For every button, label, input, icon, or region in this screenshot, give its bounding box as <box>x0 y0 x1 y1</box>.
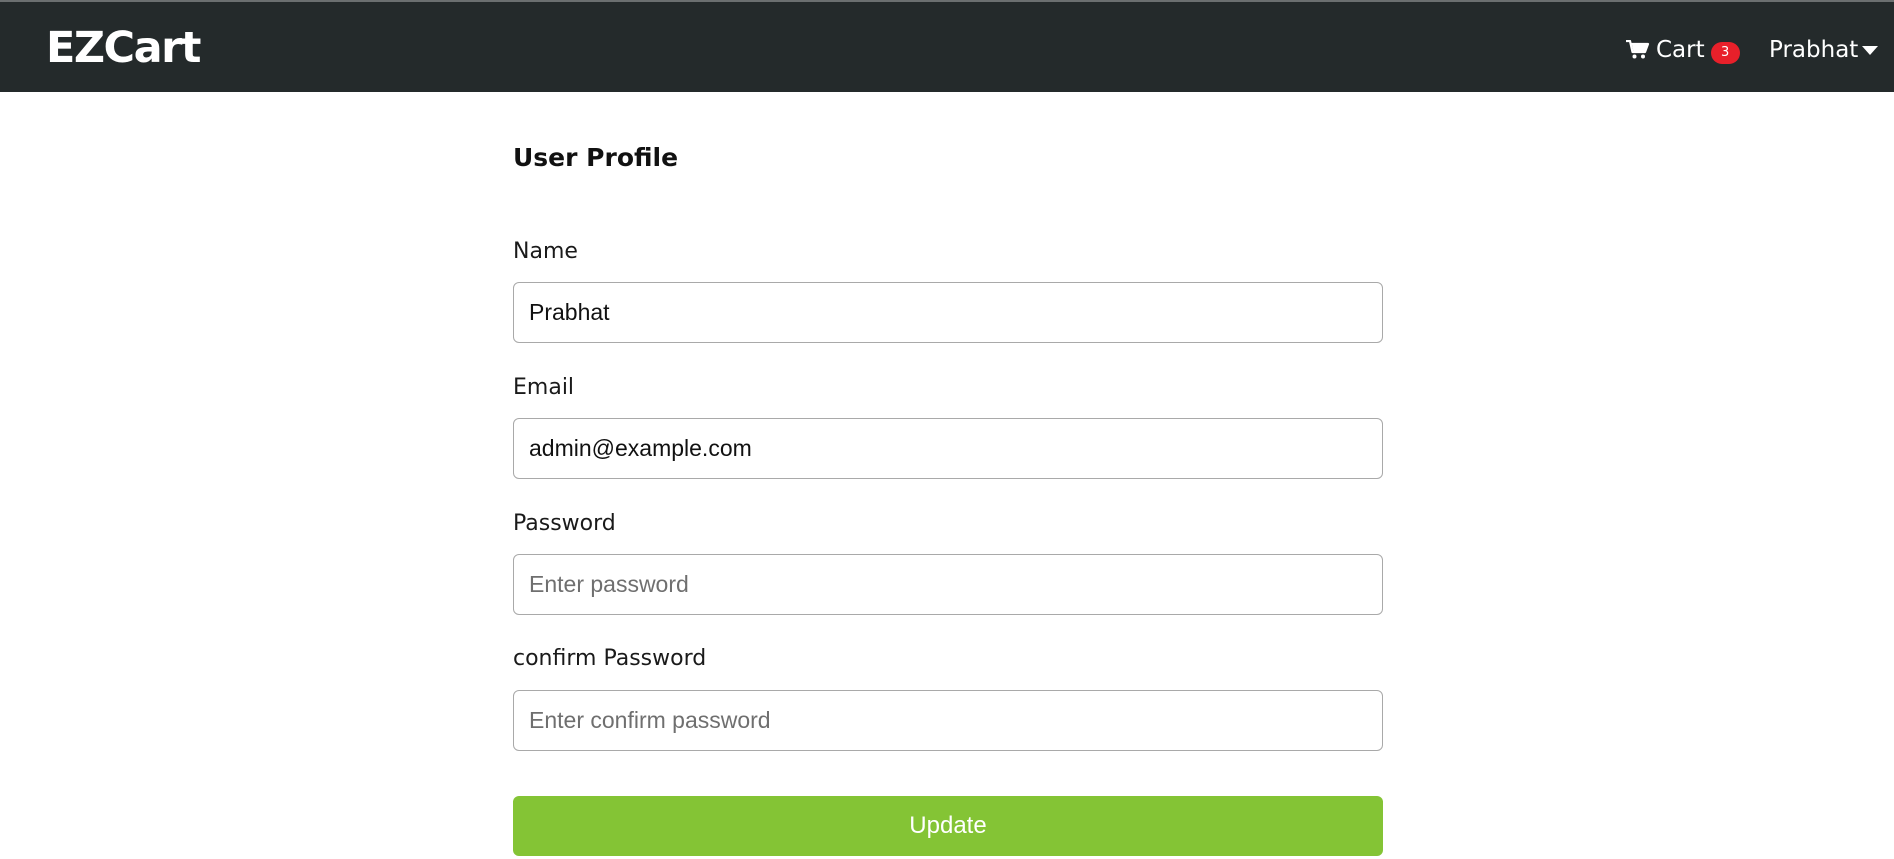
user-name: Prabhat <box>1769 37 1859 63</box>
brand-logo[interactable]: EZCart <box>46 24 201 72</box>
name-label: Name <box>513 239 578 264</box>
caret-down-icon <box>1862 45 1879 55</box>
update-button[interactable]: Update <box>513 796 1383 856</box>
email-input[interactable] <box>513 418 1383 479</box>
confirm-password-input[interactable] <box>513 690 1383 751</box>
name-input[interactable] <box>513 282 1383 343</box>
confirm-password-label: confirm Password <box>513 646 707 671</box>
cart-link[interactable]: Cart 3 <box>1626 35 1740 65</box>
page-title: User Profile <box>513 143 679 172</box>
navbar: EZCart Cart 3 Prabhat <box>0 2 1894 92</box>
password-input[interactable] <box>513 554 1383 615</box>
shopping-cart-icon <box>1626 40 1650 59</box>
cart-label: Cart <box>1656 37 1705 63</box>
email-label: Email <box>513 375 575 400</box>
cart-count-badge: 3 <box>1710 42 1740 64</box>
user-menu-dropdown[interactable]: Prabhat <box>1769 35 1879 65</box>
password-label: Password <box>513 511 616 536</box>
